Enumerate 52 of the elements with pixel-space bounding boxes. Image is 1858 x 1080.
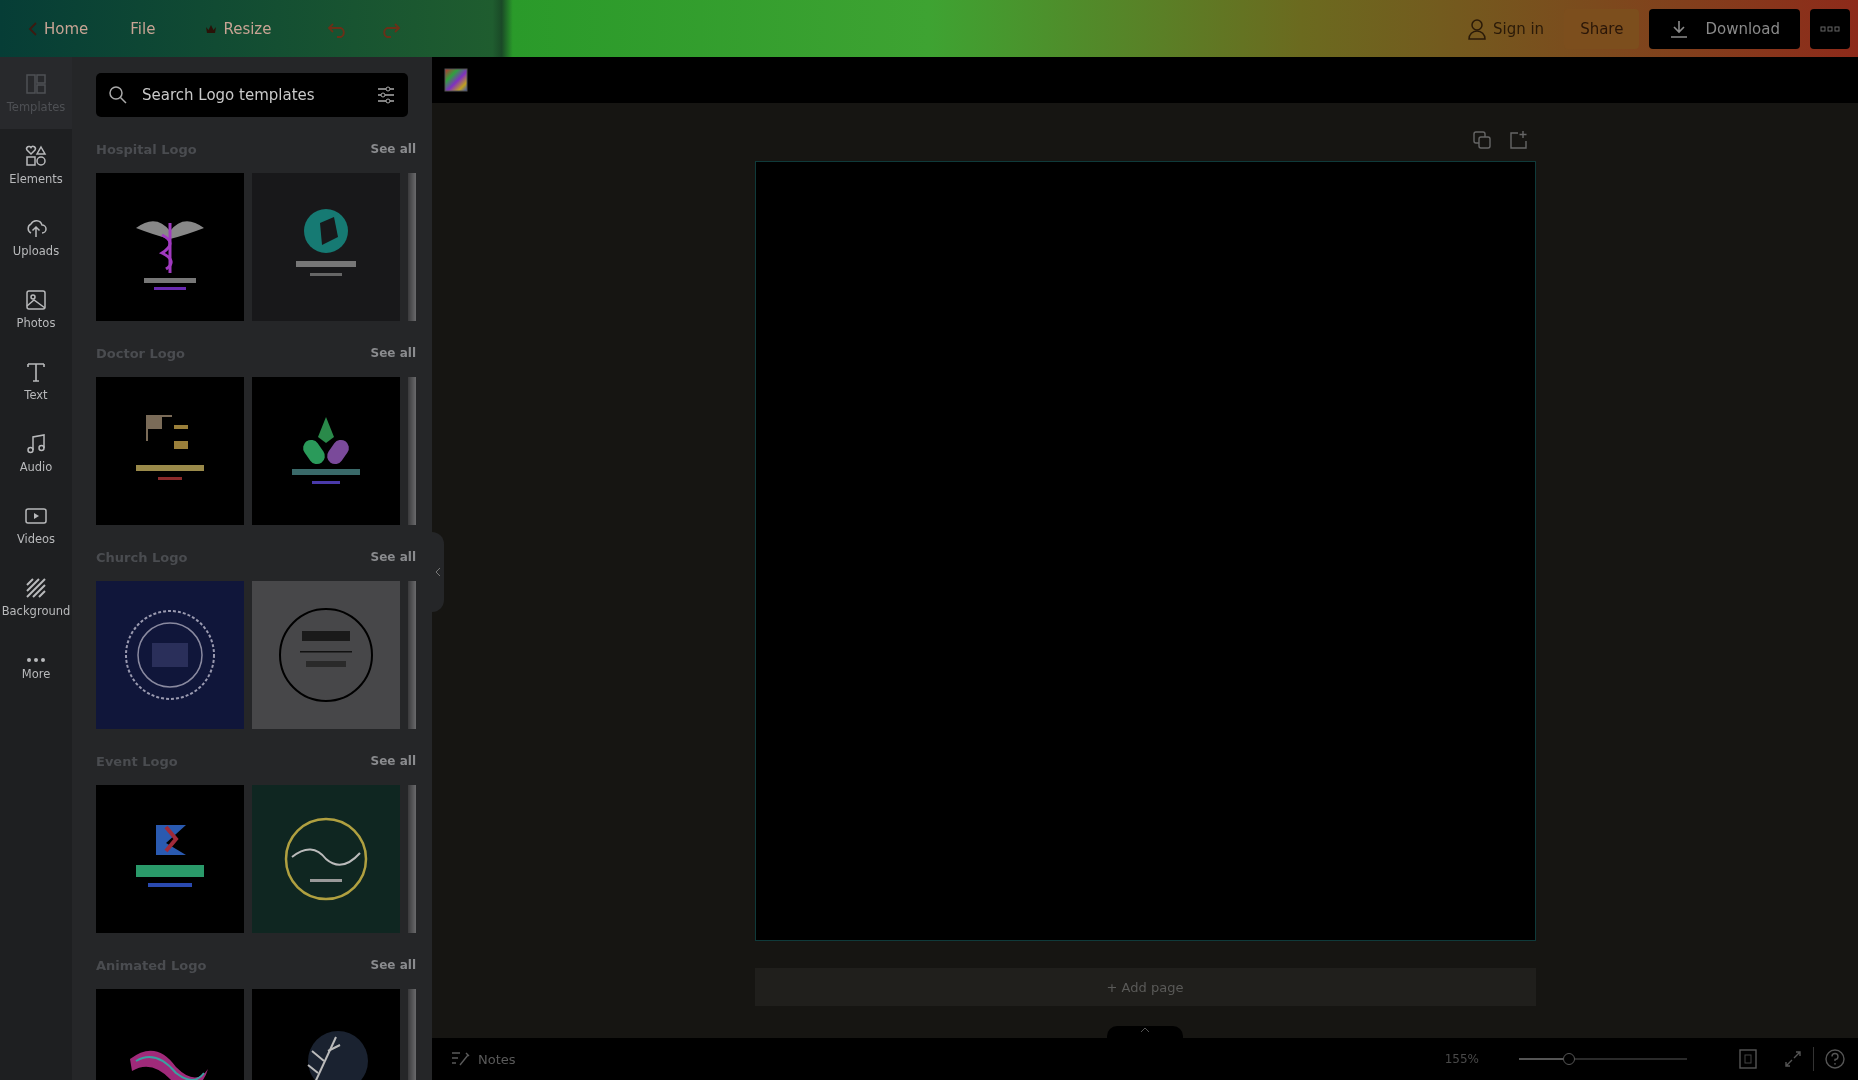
sidebar-tab[interactable]: Videos <box>0 489 72 561</box>
collapse-handle[interactable] <box>432 532 444 612</box>
sidebar-tab[interactable]: Elements <box>0 129 72 201</box>
help-icon[interactable] <box>1824 1048 1846 1070</box>
shapes-icon <box>24 144 48 168</box>
duplicate-icon[interactable] <box>1471 130 1492 150</box>
add-page-button[interactable]: + Add page <box>754 968 1536 1006</box>
download-button[interactable]: Download <box>1649 8 1800 49</box>
home-button[interactable]: Home <box>18 11 99 46</box>
image-icon <box>24 288 48 312</box>
search-field[interactable]: Search Logo templates <box>96 73 408 117</box>
more-icon <box>1820 25 1840 32</box>
notes-button[interactable]: Notes <box>444 1049 522 1069</box>
download-icon <box>1669 18 1690 39</box>
thumbnail-edge[interactable] <box>408 377 416 525</box>
music-note-icon <box>24 432 48 456</box>
text-icon <box>24 360 48 384</box>
add-page-icon[interactable] <box>1507 130 1528 150</box>
resize-button[interactable]: Resize <box>195 11 282 46</box>
thumbnail-edge[interactable] <box>408 173 416 321</box>
zoom-slider[interactable] <box>1519 1053 1687 1065</box>
color-swatch-icon[interactable] <box>444 68 468 92</box>
see-all-link[interactable]: See all <box>370 346 416 360</box>
see-all-link[interactable]: See all <box>370 142 416 156</box>
see-all-link[interactable]: See all <box>370 754 416 768</box>
notes-icon <box>450 1050 470 1068</box>
search-input[interactable]: Search Logo templates <box>140 85 364 105</box>
see-all-link[interactable]: See all <box>370 958 416 972</box>
crown-icon <box>205 23 218 34</box>
sidebar-tab[interactable]: Photos <box>0 273 72 345</box>
more-button[interactable] <box>1810 8 1850 49</box>
stripes-icon <box>24 576 48 600</box>
zoom-percentage: 155% <box>1444 1052 1479 1066</box>
thumbnail-edge[interactable] <box>408 581 416 729</box>
layout-icon <box>24 72 48 96</box>
sidebar-tab[interactable]: Text <box>0 345 72 417</box>
caret-icon[interactable] <box>1140 1026 1150 1034</box>
user-icon <box>1466 17 1487 40</box>
pages-icon[interactable] <box>1737 1048 1759 1070</box>
thumbnail-edge[interactable] <box>408 785 416 933</box>
file-menu[interactable]: File <box>120 11 166 46</box>
filter-icon[interactable] <box>376 85 396 105</box>
fullscreen-icon[interactable] <box>1783 1049 1803 1069</box>
more-icon <box>26 657 46 663</box>
sidebar-tab[interactable]: More <box>0 633 72 705</box>
sidebar-tab[interactable]: Audio <box>0 417 72 489</box>
sidebar-tab[interactable]: Background <box>0 561 72 633</box>
sign-in-button[interactable]: Sign in <box>1456 9 1555 48</box>
sidebar-tab[interactable]: Uploads <box>0 201 72 273</box>
search-icon <box>108 85 128 105</box>
see-all-link[interactable]: See all <box>370 550 416 564</box>
chevron-left-icon <box>28 20 38 37</box>
